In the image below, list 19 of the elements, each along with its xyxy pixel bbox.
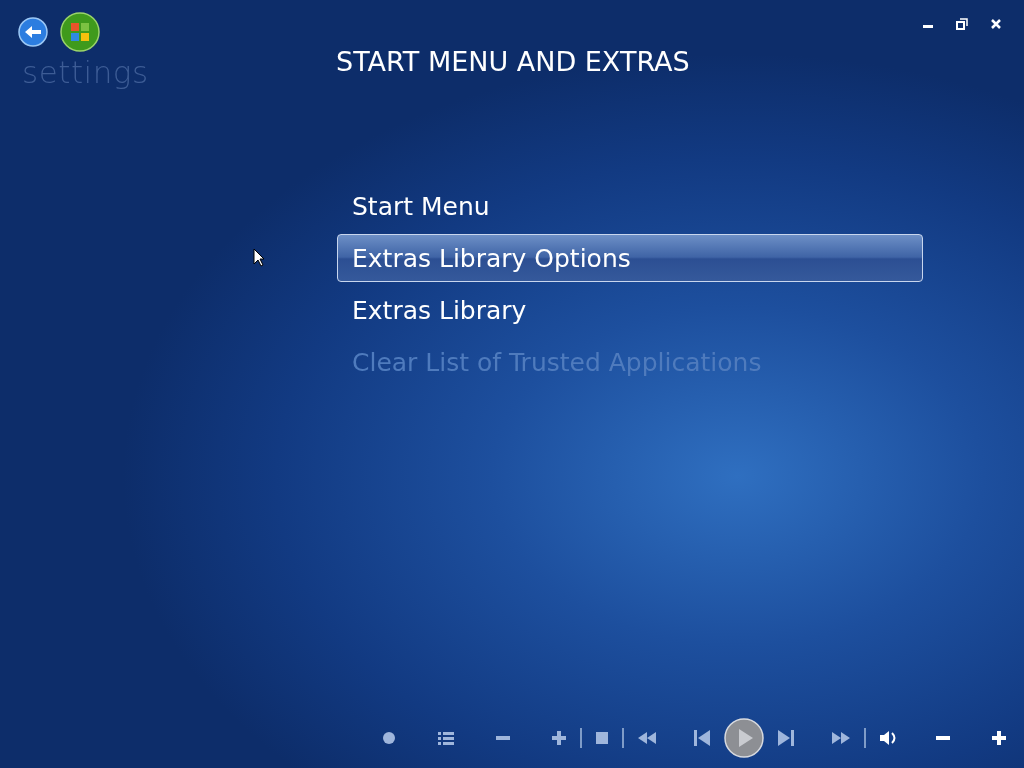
menu-item[interactable]: Extras Library [337, 286, 923, 334]
list-icon[interactable] [438, 731, 454, 745]
menu-item[interactable]: Extras Library Options [337, 234, 923, 282]
rewind-icon[interactable] [638, 732, 656, 744]
fast-forward-icon[interactable] [832, 732, 850, 744]
windows-orb-icon[interactable] [60, 12, 100, 52]
skip-back-icon[interactable] [694, 730, 710, 746]
back-icon[interactable] [18, 17, 48, 47]
record-icon[interactable] [382, 731, 396, 745]
play-icon[interactable] [724, 718, 764, 758]
page-title: START MENU AND EXTRAS [336, 46, 691, 77]
menu-item[interactable]: Start Menu [337, 182, 923, 230]
restore-icon[interactable] [956, 18, 968, 30]
skip-forward-icon[interactable] [778, 730, 794, 746]
close-icon[interactable] [990, 18, 1002, 30]
volume-up-icon[interactable] [992, 731, 1006, 745]
mouse-pointer-icon [253, 248, 265, 267]
channel-up-icon[interactable] [552, 731, 566, 745]
speaker-icon[interactable] [880, 730, 898, 746]
